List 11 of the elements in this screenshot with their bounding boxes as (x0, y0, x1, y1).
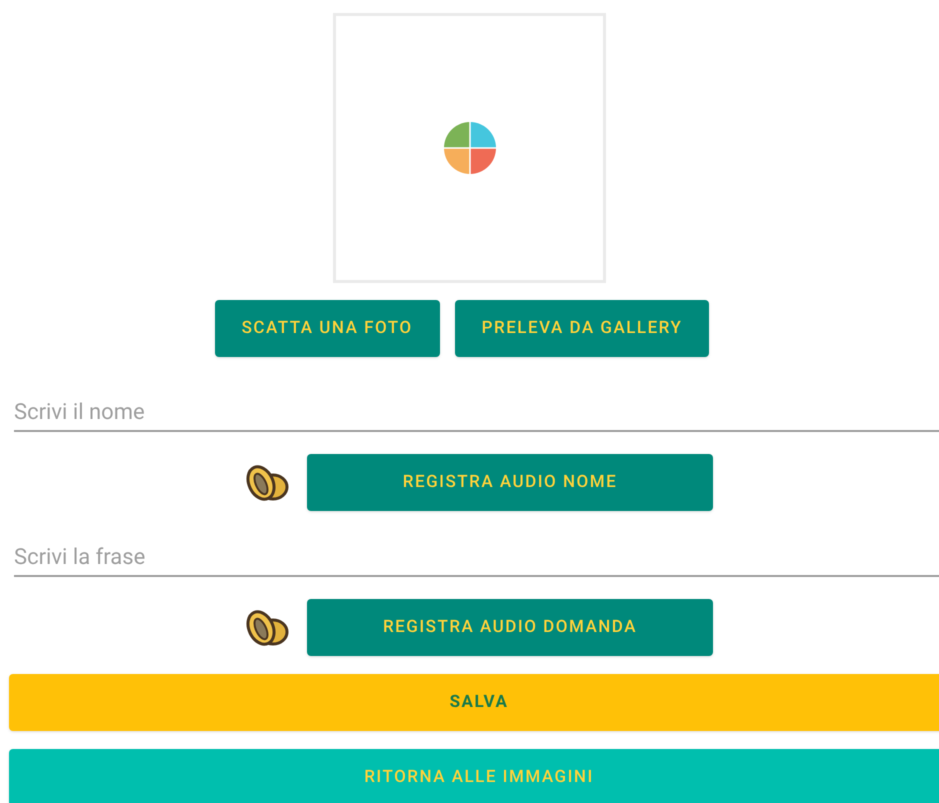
photo-button[interactable]: SCATTA UNA FOTO (214, 300, 440, 357)
speaker-icon (245, 608, 291, 648)
speaker-icon (245, 462, 291, 502)
record-question-audio-button[interactable]: REGISTRA AUDIO DOMANDA (307, 599, 713, 656)
save-button[interactable]: SALVA (9, 674, 939, 731)
back-button[interactable]: RITORNA ALLE IMMAGINI (9, 749, 939, 803)
pie-logo-icon (442, 120, 498, 176)
phrase-field[interactable]: Scrivi la frase (14, 539, 939, 577)
record-name-audio-button[interactable]: REGISTRA AUDIO NOME (307, 454, 713, 511)
photo-button[interactable]: PRELEVA DA GALLERY (454, 300, 710, 357)
name-field[interactable]: Scrivi il nome (14, 394, 939, 432)
